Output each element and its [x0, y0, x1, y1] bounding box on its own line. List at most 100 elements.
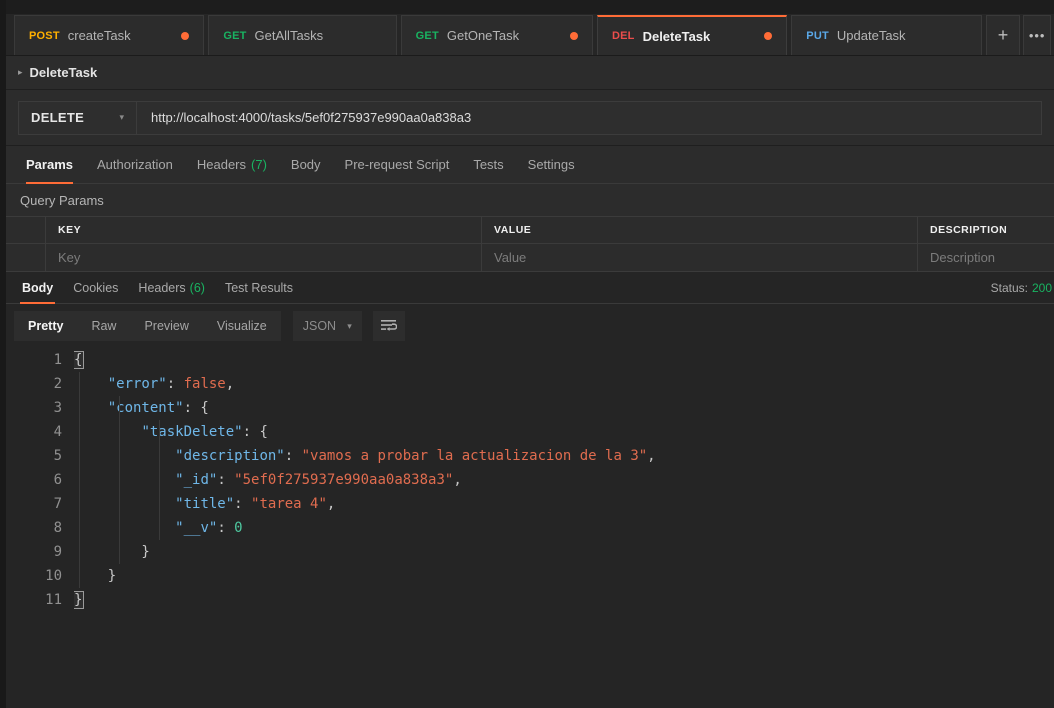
response-format-toolbar: Pretty Raw Preview Visualize JSON ▾	[6, 304, 1054, 348]
view-raw-button[interactable]: Raw	[77, 311, 130, 341]
line-number: 2	[53, 376, 62, 392]
tab-params[interactable]: Params	[14, 146, 85, 184]
line-number: 4	[53, 424, 62, 440]
tab-authorization-label: Authorization	[96, 157, 173, 172]
code-line: "description": "vamos a probar la actual…	[175, 448, 656, 464]
row-checkbox-cell[interactable]	[6, 244, 46, 271]
http-method-select[interactable]: DELETE ▾	[19, 101, 137, 134]
column-header-key: KEY	[46, 217, 482, 243]
line-number: 6	[53, 472, 62, 488]
line-number: 9	[53, 544, 62, 560]
tab-name-label: DeleteTask	[642, 28, 711, 44]
code-line: }	[74, 588, 1054, 612]
view-raw-label: Raw	[91, 319, 117, 333]
table-row[interactable]: Key Value Description	[6, 244, 1054, 272]
chevron-right-icon[interactable]: ▸	[18, 68, 23, 77]
indent-guide	[79, 372, 80, 588]
tab-pre-request-script-label: Pre-request Script	[344, 157, 450, 172]
json-value: 0	[234, 520, 243, 536]
json-value: "vamos a probar la actualizacion de la 3…	[301, 448, 648, 464]
response-tab-body[interactable]: Body	[12, 272, 63, 304]
json-key: "title"	[175, 496, 235, 512]
request-tab-GetAllTasks[interactable]: GET GetAllTasks	[208, 15, 397, 55]
param-key-input[interactable]: Key	[46, 244, 482, 271]
response-body-code[interactable]: 1 2 3 4 5 6 7 8 9 10 11 { "error": false…	[6, 348, 1054, 708]
code-line: }	[74, 544, 150, 560]
postman-window: POST createTask GET GetAllTasks GET GetO…	[6, 0, 1054, 708]
response-tab-headers-label: Headers	[138, 280, 186, 295]
json-key: "error"	[107, 376, 167, 392]
http-method-value: DELETE	[31, 110, 85, 125]
chevron-down-icon: ▾	[347, 320, 352, 331]
view-pretty-button[interactable]: Pretty	[14, 311, 77, 341]
response-status: Status: 200	[991, 281, 1054, 295]
tab-name-label: GetAllTasks	[254, 28, 324, 43]
request-tab-UpdateTask[interactable]: PUT UpdateTask	[791, 15, 982, 55]
tab-headers[interactable]: Headers (7)	[185, 146, 279, 184]
view-preview-label: Preview	[144, 319, 189, 333]
line-number: 7	[53, 496, 62, 512]
request-tab-GetOneTask[interactable]: GET GetOneTask	[400, 15, 593, 55]
code-line: "_id": "5ef0f275937e990aa0a838a3",	[175, 472, 462, 488]
tab-authorization[interactable]: Authorization	[85, 146, 185, 184]
word-wrap-toggle-button[interactable]	[372, 311, 405, 341]
response-tab-cookies[interactable]: Cookies	[63, 272, 128, 304]
param-value-input[interactable]: Value	[482, 244, 918, 271]
response-tab-test-results[interactable]: Test Results	[215, 272, 303, 304]
response-tab-headers[interactable]: Headers (6)	[128, 272, 215, 304]
line-number: 11	[45, 592, 62, 608]
tab-pre-request-script[interactable]: Pre-request Script	[333, 146, 462, 184]
json-value: "5ef0f275937e990aa0a838a3"	[234, 472, 454, 488]
chevron-down-icon: ▾	[119, 112, 124, 122]
response-view-group: Pretty Raw Preview Visualize	[14, 311, 281, 341]
status-code-value: 200	[1031, 280, 1052, 295]
code-line: {	[74, 348, 1054, 372]
line-number-gutter: 1 2 3 4 5 6 7 8 9 10 11	[6, 348, 74, 708]
tab-method-label: GET	[415, 29, 439, 42]
json-key: "_id"	[175, 472, 218, 488]
query-params-title: Query Params	[6, 184, 1054, 216]
line-number: 8	[53, 520, 62, 536]
view-visualize-button[interactable]: Visualize	[203, 311, 281, 341]
url-input[interactable]: http://localhost:4000/tasks/5ef0f275937e…	[137, 102, 1041, 134]
view-visualize-label: Visualize	[216, 319, 267, 333]
json-brace: {	[74, 351, 85, 369]
tab-settings[interactable]: Settings	[516, 146, 587, 184]
line-number: 1	[53, 352, 62, 368]
json-value: "tarea 4"	[251, 496, 327, 512]
tab-headers-count: (7)	[251, 157, 267, 172]
request-tab-DeleteTask[interactable]: DEL DeleteTask	[596, 15, 788, 55]
tab-tests[interactable]: Tests	[461, 146, 515, 184]
response-language-select[interactable]: JSON ▾	[292, 311, 362, 341]
code-line: }	[74, 568, 117, 584]
column-header-description: DESCRIPTION	[930, 224, 1008, 236]
table-header-row: KEY VALUE DESCRIPTION	[6, 216, 1054, 244]
response-language-value: JSON	[302, 319, 337, 333]
tab-method-label: PUT	[806, 29, 829, 42]
url-bar-container: DELETE ▾ http://localhost:4000/tasks/5ef…	[6, 90, 1054, 146]
param-description-input[interactable]: Description	[918, 244, 1054, 271]
tab-method-label: POST	[29, 29, 60, 42]
plus-icon: +	[997, 25, 1009, 45]
unsaved-changes-dot	[569, 31, 578, 40]
json-key: "taskDelete"	[141, 424, 243, 440]
line-number: 3	[53, 400, 62, 416]
json-value: false	[183, 376, 226, 392]
breadcrumb: ▸ DeleteTask	[6, 56, 1054, 90]
unsaved-changes-dot	[764, 32, 773, 40]
view-preview-button[interactable]: Preview	[130, 311, 202, 341]
json-key: "description"	[175, 448, 285, 464]
unsaved-changes-dot	[181, 31, 190, 40]
response-tab-headers-count: (6)	[189, 280, 205, 295]
response-tab-test-results-label: Test Results	[224, 280, 294, 295]
tab-body[interactable]: Body	[279, 146, 333, 184]
tab-name-label: createTask	[67, 28, 131, 43]
tab-body-label: Body	[290, 157, 321, 172]
code-line: "title": "tarea 4",	[175, 496, 336, 512]
tab-overflow-menu-button[interactable]: •••	[1023, 15, 1052, 55]
request-tab-createTask[interactable]: POST createTask	[14, 15, 205, 55]
tab-name-label: UpdateTask	[836, 28, 906, 43]
json-viewer[interactable]: { "error": false, "content": { "taskDele…	[74, 348, 1054, 708]
response-tab-body-label: Body	[22, 280, 54, 295]
new-tab-button[interactable]: +	[985, 15, 1021, 55]
